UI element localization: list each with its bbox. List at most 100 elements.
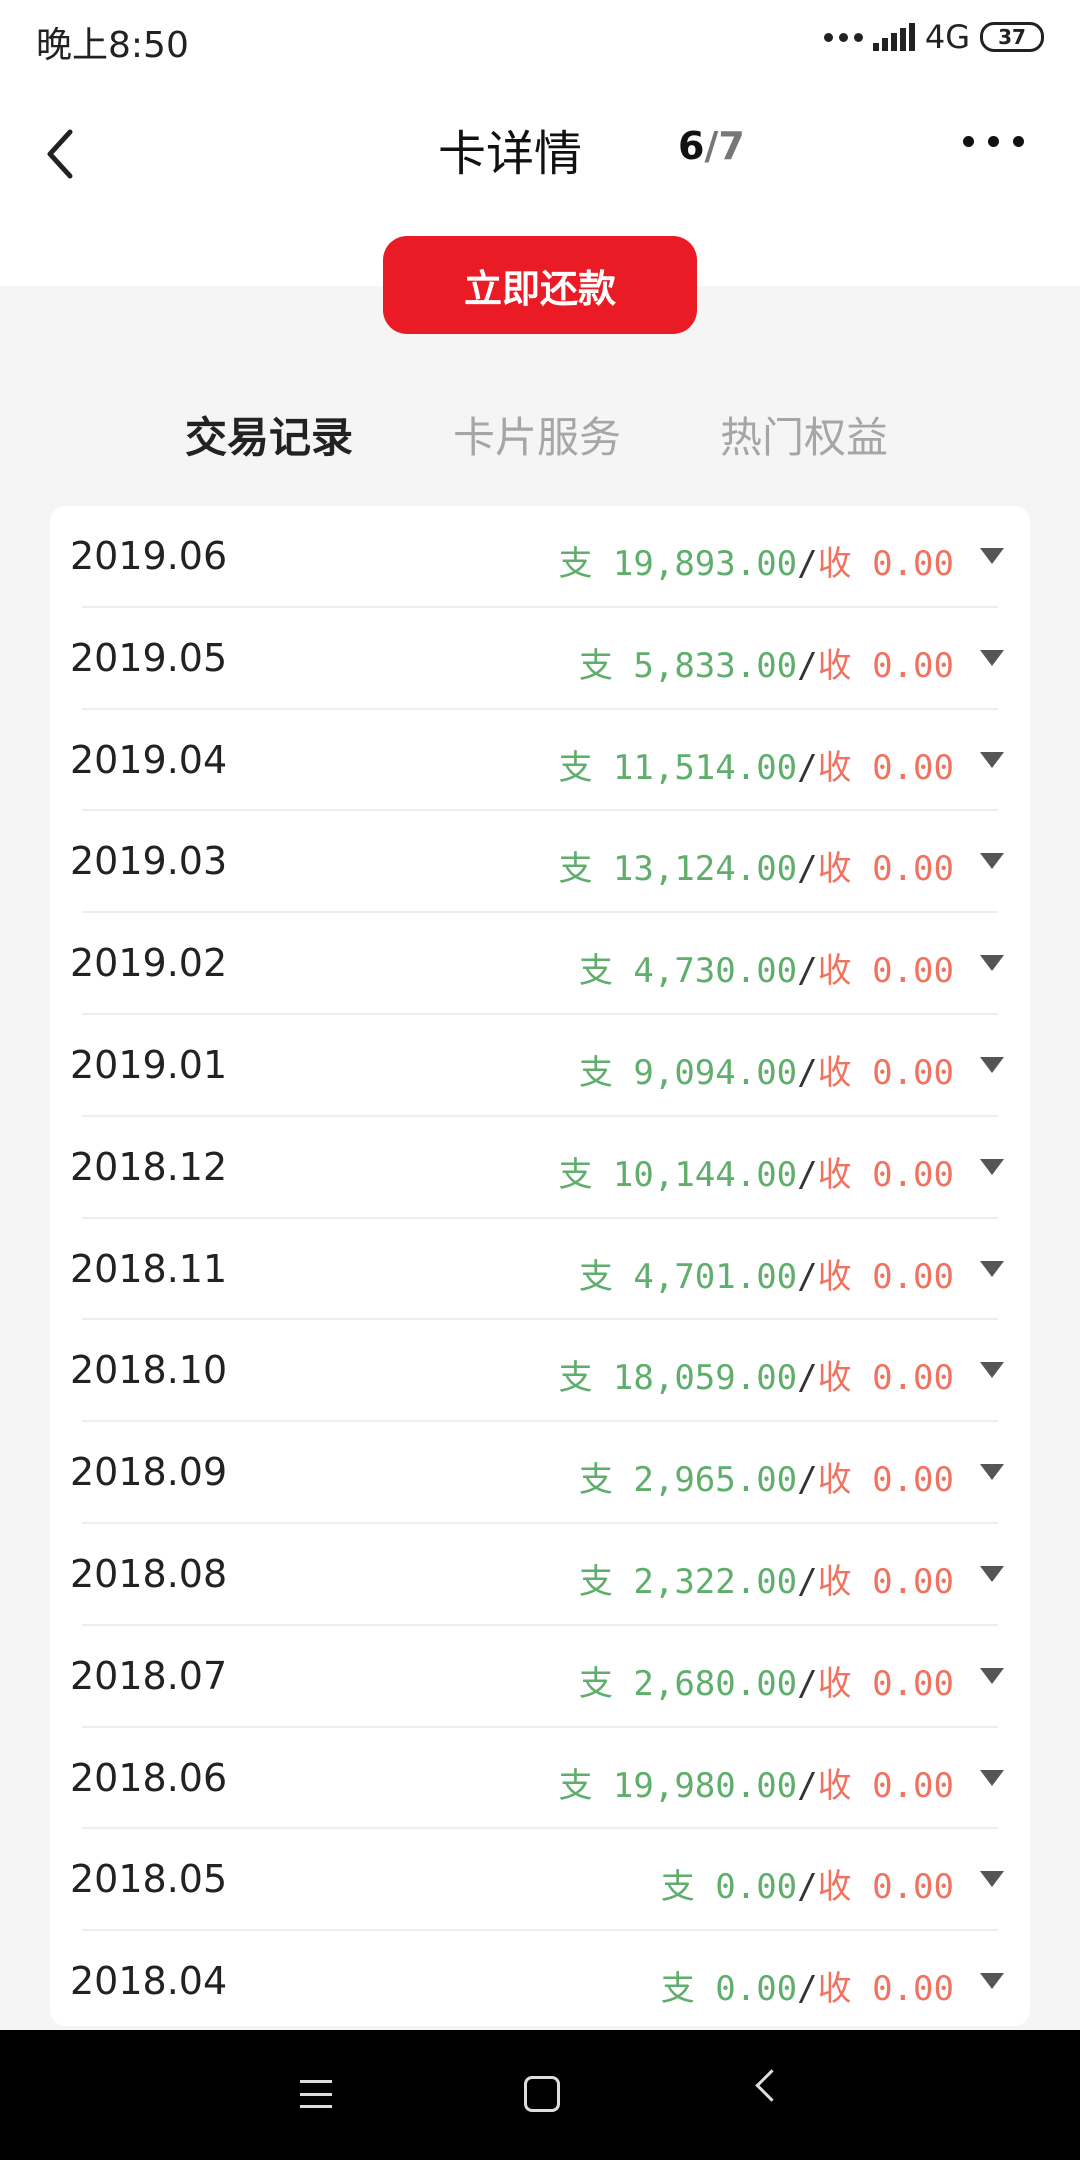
month-label: 2018.04 xyxy=(70,1959,228,2004)
income-amount: 收 0.00 xyxy=(817,544,954,584)
expand-caret-icon[interactable] xyxy=(980,1260,1004,1277)
month-row[interactable]: 2019.02 支 4,730.00/收 0.00 xyxy=(50,913,1030,1015)
expense-amount: 支 11,514.00 xyxy=(558,747,798,788)
expense-amount: 支 4,701.00 xyxy=(578,1256,798,1297)
network-type: 4G xyxy=(924,18,970,56)
page-title-text: 卡详情 xyxy=(437,126,582,182)
amount-separator: / xyxy=(797,1256,818,1297)
expense-amount: 支 18,059.00 xyxy=(558,1358,798,1399)
expand-caret-icon[interactable] xyxy=(980,955,1004,972)
expense-amount: 支 13,124.00 xyxy=(558,849,798,890)
month-row[interactable]: 2018.08 支 2,322.00/收 0.00 xyxy=(50,1524,1030,1626)
signal-icon xyxy=(872,23,915,51)
amount-separator: / xyxy=(797,1460,818,1501)
income-amount: 收 0.00 xyxy=(817,1460,954,1501)
home-button[interactable] xyxy=(524,2076,560,2112)
income-amount: 收 0.00 xyxy=(817,645,954,686)
month-label: 2018.11 xyxy=(70,1246,228,1291)
amount-separator: / xyxy=(797,1154,818,1195)
month-row[interactable]: 2019.04 支 11,514.00/收 0.00 xyxy=(50,710,1030,812)
month-label: 2019.02 xyxy=(70,941,228,986)
month-amounts: 支 11,514.00/收 0.00 xyxy=(558,740,954,789)
month-amounts: 支 18,059.00/收 0.00 xyxy=(558,1350,954,1399)
month-amounts: 支 19,893.00/收 0.00 xyxy=(558,536,954,585)
expense-amount: 支 19,893.00 xyxy=(558,544,798,584)
month-row[interactable]: 2018.04 支 0.00/收 0.00 xyxy=(50,1931,1030,2026)
more-dot-icon xyxy=(963,136,974,147)
amount-separator: / xyxy=(797,1052,818,1093)
income-amount: 收 0.00 xyxy=(817,1358,954,1399)
income-amount: 收 0.00 xyxy=(817,1867,954,1908)
month-row[interactable]: 2018.12 支 10,144.00/收 0.00 xyxy=(50,1117,1030,1219)
month-amounts: 支 2,680.00/收 0.00 xyxy=(579,1656,954,1705)
income-amount: 收 0.00 xyxy=(817,1052,954,1093)
month-row[interactable]: 2019.01 支 9,094.00/收 0.00 xyxy=(50,1015,1030,1117)
income-amount: 收 0.00 xyxy=(817,1663,954,1704)
page-title: 卡详情 xyxy=(0,114,1080,184)
tab-card-services[interactable]: 卡片服务 xyxy=(453,404,621,465)
expand-caret-icon[interactable] xyxy=(980,1056,1004,1073)
amount-separator: / xyxy=(797,1969,818,2010)
month-row[interactable]: 2018.10 支 18,059.00/收 0.00 xyxy=(50,1320,1030,1422)
tab-transactions[interactable]: 交易记录 xyxy=(185,404,353,465)
month-amounts: 支 10,144.00/收 0.00 xyxy=(558,1147,954,1196)
expense-amount: 支 5,833.00 xyxy=(578,645,798,686)
expense-amount: 支 10,144.00 xyxy=(558,1154,798,1195)
expand-caret-icon[interactable] xyxy=(980,1667,1004,1684)
month-row[interactable]: 2019.03 支 13,124.00/收 0.00 xyxy=(50,811,1030,913)
battery-icon: 37 xyxy=(980,22,1044,52)
income-amount: 收 0.00 xyxy=(817,747,954,788)
month-row[interactable]: 2019.05 支 5,833.00/收 0.00 xyxy=(50,608,1030,710)
page-total: /7 xyxy=(704,124,745,168)
income-amount: 收 0.00 xyxy=(817,1969,954,2010)
expand-caret-icon[interactable] xyxy=(980,1973,1004,1990)
system-nav-bar xyxy=(0,2030,1080,2160)
income-amount: 收 0.00 xyxy=(817,951,954,992)
month-amounts: 支 4,701.00/收 0.00 xyxy=(579,1249,954,1298)
month-label: 2018.06 xyxy=(70,1755,228,1800)
expand-caret-icon[interactable] xyxy=(980,1158,1004,1175)
tab-hot-benefits[interactable]: 热门权益 xyxy=(720,404,888,465)
month-row[interactable]: 2019.06 支 19,893.00/收 0.00 xyxy=(50,506,1030,608)
notification-dots-icon xyxy=(823,32,863,42)
expand-caret-icon[interactable] xyxy=(980,1769,1004,1786)
expand-caret-icon[interactable] xyxy=(980,751,1004,768)
month-amounts: 支 0.00/收 0.00 xyxy=(661,1961,954,2010)
month-label: 2019.04 xyxy=(70,737,228,782)
month-label: 2019.03 xyxy=(70,839,228,884)
more-dot-icon xyxy=(988,136,999,147)
month-amounts: 支 0.00/收 0.00 xyxy=(661,1859,954,1908)
recent-apps-button[interactable] xyxy=(300,2080,332,2108)
page-indicator: 6/7 xyxy=(678,124,745,168)
month-amounts: 支 4,730.00/收 0.00 xyxy=(579,943,954,992)
income-amount: 收 0.00 xyxy=(817,1765,954,1806)
month-row[interactable]: 2018.11 支 4,701.00/收 0.00 xyxy=(50,1219,1030,1321)
amount-separator: / xyxy=(797,951,818,992)
income-amount: 收 0.00 xyxy=(817,849,954,890)
month-amounts: 支 13,124.00/收 0.00 xyxy=(558,841,954,890)
month-amounts: 支 2,965.00/收 0.00 xyxy=(579,1452,954,1501)
expand-caret-icon[interactable] xyxy=(980,853,1004,870)
amount-separator: / xyxy=(797,645,818,686)
month-row[interactable]: 2018.05 支 0.00/收 0.00 xyxy=(50,1829,1030,1931)
expand-caret-icon[interactable] xyxy=(980,1871,1004,1888)
expand-caret-icon[interactable] xyxy=(980,548,1004,564)
more-options-button[interactable] xyxy=(963,136,1024,147)
month-row[interactable]: 2018.09 支 2,965.00/收 0.00 xyxy=(50,1422,1030,1524)
expense-amount: 支 2,965.00 xyxy=(578,1460,798,1501)
month-label: 2019.06 xyxy=(70,534,228,578)
month-label: 2018.08 xyxy=(70,1551,228,1596)
expand-caret-icon[interactable] xyxy=(980,1464,1004,1481)
expand-caret-icon[interactable] xyxy=(980,1565,1004,1582)
system-back-button[interactable] xyxy=(755,2069,788,2102)
repay-now-button[interactable]: 立即还款 xyxy=(383,236,697,334)
month-amounts: 支 5,833.00/收 0.00 xyxy=(579,638,954,687)
expand-caret-icon[interactable] xyxy=(980,649,1004,666)
expand-caret-icon[interactable] xyxy=(980,1362,1004,1379)
month-row[interactable]: 2018.06 支 19,980.00/收 0.00 xyxy=(50,1728,1030,1830)
expense-amount: 支 2,322.00 xyxy=(578,1561,798,1602)
expense-amount: 支 0.00 xyxy=(660,1969,798,2010)
month-label: 2019.01 xyxy=(70,1042,228,1087)
amount-separator: / xyxy=(797,544,818,584)
month-row[interactable]: 2018.07 支 2,680.00/收 0.00 xyxy=(50,1626,1030,1728)
